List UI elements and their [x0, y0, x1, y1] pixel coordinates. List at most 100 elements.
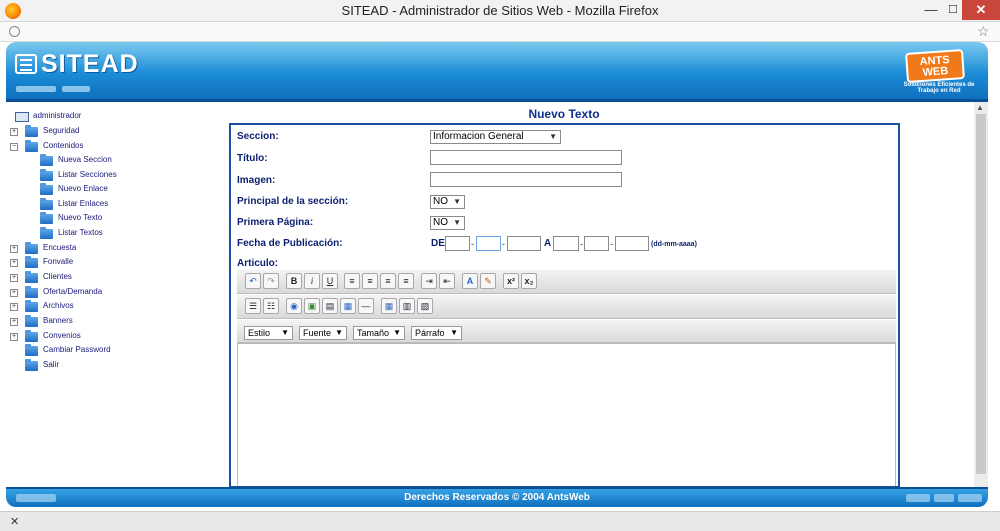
seccion-select-value: Informacion General: [433, 131, 524, 142]
font-select[interactable]: Fuente ▼: [299, 326, 347, 340]
align-center-icon[interactable]: ≡: [362, 273, 378, 289]
close-button[interactable]: ✕: [962, 0, 1000, 20]
folder-icon: [25, 359, 38, 371]
date-separator: -: [471, 239, 474, 249]
fecha-a-mes-input[interactable]: [584, 236, 609, 251]
bullet-list-icon[interactable]: ☷: [263, 298, 279, 314]
folder-icon: [25, 330, 38, 342]
collapse-icon[interactable]: −: [10, 143, 18, 151]
outdent-icon[interactable]: ⇤: [439, 273, 455, 289]
tree-item-nuevo-texto[interactable]: Nuevo Texto: [10, 212, 210, 226]
tree-item-contenidos[interactable]: − Contenidos: [10, 140, 210, 154]
tree-item-cambiar-password[interactable]: Cambiar Password: [10, 344, 210, 358]
expand-icon[interactable]: +: [10, 259, 18, 267]
tree-root[interactable]: administrador: [10, 110, 210, 124]
fecha-de-anio-input[interactable]: [507, 236, 541, 251]
scroll-up-icon[interactable]: ▲: [976, 103, 984, 112]
chevron-down-icon: ▼: [335, 328, 343, 337]
indent-icon[interactable]: ⇥: [421, 273, 437, 289]
link-globe-icon[interactable]: ◉: [286, 298, 302, 314]
window-title: SITEAD - Administrador de Sitios Web - M…: [341, 3, 659, 18]
date-separator: -: [502, 239, 505, 249]
folder-icon: [40, 198, 53, 210]
date-separator: -: [610, 239, 613, 249]
align-left-icon[interactable]: ≡: [344, 273, 360, 289]
align-justify-icon[interactable]: ≡: [398, 273, 414, 289]
fecha-a-anio-input[interactable]: [615, 236, 649, 251]
expand-icon[interactable]: +: [10, 245, 18, 253]
tree-item-fonvalle[interactable]: + Fonvalle: [10, 256, 210, 270]
size-select[interactable]: Tamaño ▼: [353, 326, 405, 340]
table-properties-icon[interactable]: ▥: [399, 298, 415, 314]
insert-frame-icon[interactable]: ▦: [340, 298, 356, 314]
expand-icon[interactable]: +: [10, 318, 18, 326]
header-decoration: [16, 86, 56, 92]
tree-item-encuesta[interactable]: + Encuesta: [10, 242, 210, 256]
close-statusbar-icon[interactable]: ✕: [10, 515, 19, 528]
minimize-button[interactable]: —: [918, 0, 944, 20]
tree-item-nueva-seccion[interactable]: Nueva Seccion: [10, 154, 210, 168]
primera-pagina-label: Primera Página:: [237, 217, 314, 228]
vertical-scrollbar[interactable]: ▲: [974, 102, 988, 487]
expand-icon[interactable]: +: [10, 274, 18, 282]
scrollbar-thumb[interactable]: [976, 114, 986, 474]
style-select-value: Estilo: [248, 328, 271, 338]
principal-label: Principal de la sección:: [237, 196, 349, 207]
antsweb-tagline: Soluciones Eficientes de Trabajo en Red: [903, 82, 975, 94]
italic-button[interactable]: i: [304, 273, 320, 289]
bookmark-star-icon[interactable]: ☆: [977, 23, 990, 40]
insert-table-icon[interactable]: ▦: [381, 298, 397, 314]
address-bar[interactable]: ☆: [0, 22, 1000, 42]
footer-decoration: [906, 494, 930, 502]
tree-item-listar-enlaces[interactable]: Listar Enlaces: [10, 198, 210, 212]
undo-button[interactable]: ↶: [245, 273, 261, 289]
primera-pagina-select[interactable]: NO ▼: [430, 216, 465, 230]
tree-item-archivos[interactable]: + Archivos: [10, 300, 210, 314]
tree-item-clientes[interactable]: + Clientes: [10, 271, 210, 285]
folder-icon: [25, 256, 38, 268]
fecha-de-mes-input[interactable]: [476, 236, 501, 251]
bold-button[interactable]: B: [286, 273, 302, 289]
expand-icon[interactable]: +: [10, 289, 18, 297]
header-decoration: [62, 86, 90, 92]
horizontal-rule-icon[interactable]: —: [358, 298, 374, 314]
expand-icon[interactable]: +: [10, 128, 18, 136]
folder-icon: [40, 227, 53, 239]
superscript-button[interactable]: x²: [503, 273, 519, 289]
editor-toolbar-3: Estilo ▼ Fuente ▼ Tamaño ▼ Párrafo ▼: [237, 320, 896, 343]
tree-item-seguridad[interactable]: + Seguridad: [10, 125, 210, 139]
maximize-button[interactable]: ☐: [944, 0, 962, 20]
subscript-button[interactable]: x₂: [521, 273, 537, 289]
style-select[interactable]: Estilo ▼: [244, 326, 293, 340]
paragraph-select[interactable]: Párrafo ▼: [411, 326, 462, 340]
expand-icon[interactable]: +: [10, 333, 18, 341]
tree-item-listar-secciones[interactable]: Listar Secciones: [10, 169, 210, 183]
expand-icon[interactable]: +: [10, 303, 18, 311]
tree-item-salir[interactable]: Salir: [10, 359, 210, 373]
redo-button[interactable]: ↷: [263, 273, 279, 289]
tree-item-oferta-demanda[interactable]: + Oferta/Demanda: [10, 286, 210, 300]
insert-image-icon[interactable]: ▣: [304, 298, 320, 314]
highlight-color-icon[interactable]: ✎: [480, 273, 496, 289]
text-color-button[interactable]: A: [462, 273, 478, 289]
ordered-list-icon[interactable]: ☰: [245, 298, 261, 314]
underline-button[interactable]: U: [322, 273, 338, 289]
align-right-icon[interactable]: ≡: [380, 273, 396, 289]
page-title: Nuevo Texto: [528, 107, 600, 121]
fecha-a-dia-input[interactable]: [553, 236, 579, 251]
tree-item-nuevo-enlace[interactable]: Nuevo Enlace: [10, 183, 210, 197]
image-properties-icon[interactable]: ▤: [322, 298, 338, 314]
table-cell-icon[interactable]: ▧: [417, 298, 433, 314]
tree-item-banners[interactable]: + Banners: [10, 315, 210, 329]
site-footer: Derechos Reservados © 2004 AntsWeb: [6, 487, 988, 507]
tree-item-convenios[interactable]: + Convenios: [10, 330, 210, 344]
imagen-input[interactable]: [430, 172, 622, 187]
fecha-de-dia-input[interactable]: [445, 236, 470, 251]
sitead-logo: SITEAD: [41, 50, 139, 78]
titulo-input[interactable]: [430, 150, 622, 165]
article-editor[interactable]: [237, 343, 896, 486]
principal-select-value: NO: [433, 196, 448, 207]
tree-item-listar-textos[interactable]: Listar Textos: [10, 227, 210, 241]
principal-select[interactable]: NO ▼: [430, 195, 465, 209]
seccion-select[interactable]: Informacion General ▼: [430, 130, 561, 144]
